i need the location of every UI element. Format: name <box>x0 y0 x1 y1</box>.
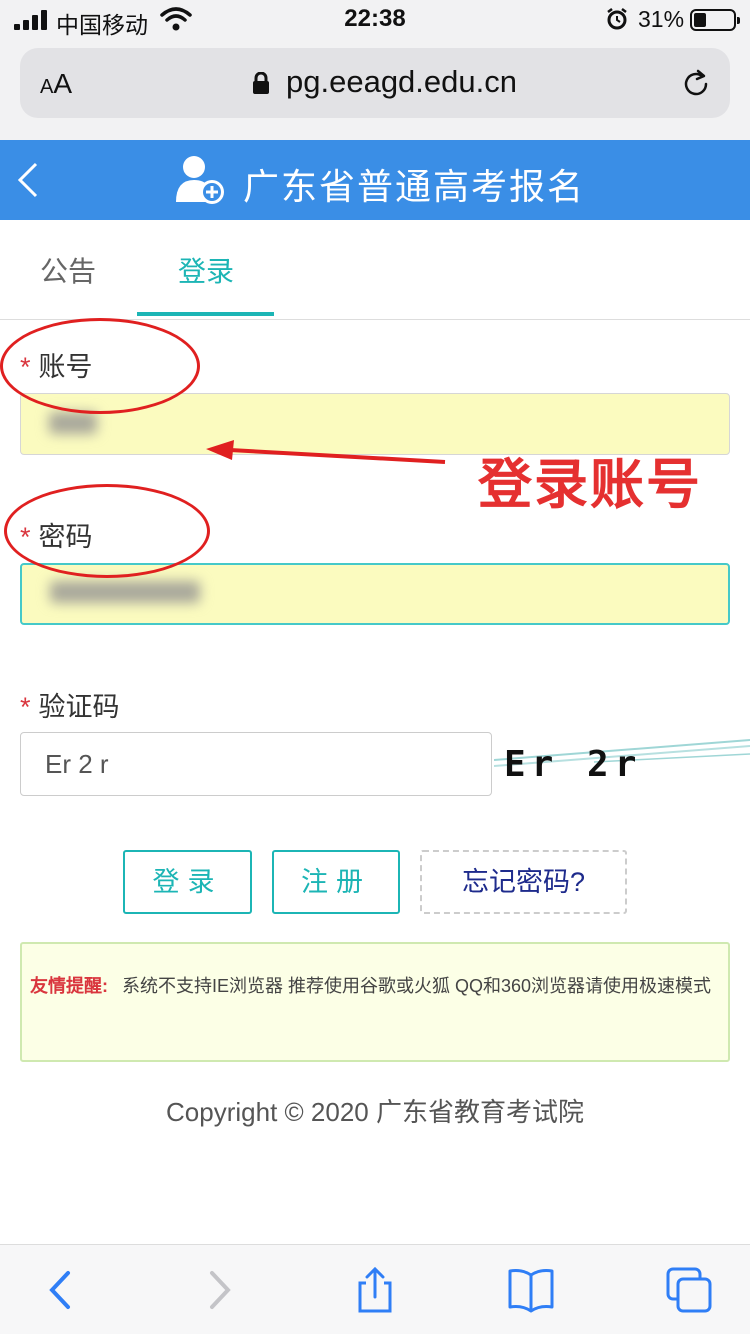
copyright-text: Copyright © 2020 广东省教育考试院 <box>166 1097 584 1127</box>
captcha-label: * 验证码 <box>20 692 120 722</box>
friendly-reminder-box: 友情提醒: 系统不支持IE浏览器 推荐使用谷歌或火狐 QQ和360浏览器请使用极速… <box>20 942 730 1062</box>
register-button[interactable]: 注册 <box>272 850 400 914</box>
redacted-account-value <box>49 412 97 434</box>
alarm-icon <box>607 8 627 30</box>
battery-icon <box>690 9 740 31</box>
back-chevron-icon[interactable] <box>14 160 40 200</box>
share-icon[interactable] <box>350 1267 400 1313</box>
reader-text-size-button[interactable]: AA <box>40 68 72 100</box>
battery-percent: 31% <box>638 6 685 32</box>
annotation-callout: 登录账号 <box>478 455 702 515</box>
login-button[interactable]: 登录 <box>123 850 252 914</box>
tabs-icon[interactable] <box>664 1267 714 1313</box>
battery-fill <box>694 13 706 27</box>
reminder-text: 系统不支持IE浏览器 推荐使用谷歌或火狐 QQ和360浏览器请使用极速模式 <box>122 976 712 996</box>
url-text[interactable]: pg.eeagd.edu.cn <box>286 64 517 100</box>
tab-login[interactable]: 登录 <box>178 250 234 290</box>
app-header: 广东省普通高考报名 <box>0 140 750 220</box>
bookmarks-icon[interactable] <box>506 1267 556 1313</box>
back-icon[interactable] <box>36 1267 86 1313</box>
redacted-password-value <box>50 581 200 603</box>
browser-address-area: AA pg.eeagd.edu.cn <box>0 40 750 140</box>
reload-icon[interactable] <box>680 68 712 100</box>
captcha-input-value: Er 2 r <box>45 749 109 779</box>
page-title: 广东省普通高考报名 <box>243 166 586 207</box>
forgot-password-button[interactable]: 忘记密码? <box>420 850 627 914</box>
tab-notice[interactable]: 公告 <box>40 250 96 290</box>
captcha-image[interactable]: Er 2r <box>494 732 750 796</box>
user-add-icon <box>176 156 224 204</box>
annotation-arrow <box>206 440 446 464</box>
active-tab-indicator <box>137 312 274 316</box>
lock-icon <box>253 72 269 94</box>
required-mark: * <box>20 692 31 722</box>
forward-icon[interactable] <box>194 1267 244 1313</box>
tab-bar: 公告 登录 <box>0 220 750 320</box>
address-bar[interactable]: AA pg.eeagd.edu.cn <box>20 48 730 118</box>
status-bar: 中国移动 22:38 31% <box>0 0 750 40</box>
captcha-input[interactable]: Er 2 r <box>20 732 492 796</box>
annotation-circle-account <box>0 318 200 414</box>
annotation-circle-password <box>4 484 210 578</box>
reminder-label: 友情提醒: <box>30 976 108 996</box>
captcha-image-text: Er 2r <box>504 744 642 785</box>
browser-toolbar <box>0 1244 750 1334</box>
